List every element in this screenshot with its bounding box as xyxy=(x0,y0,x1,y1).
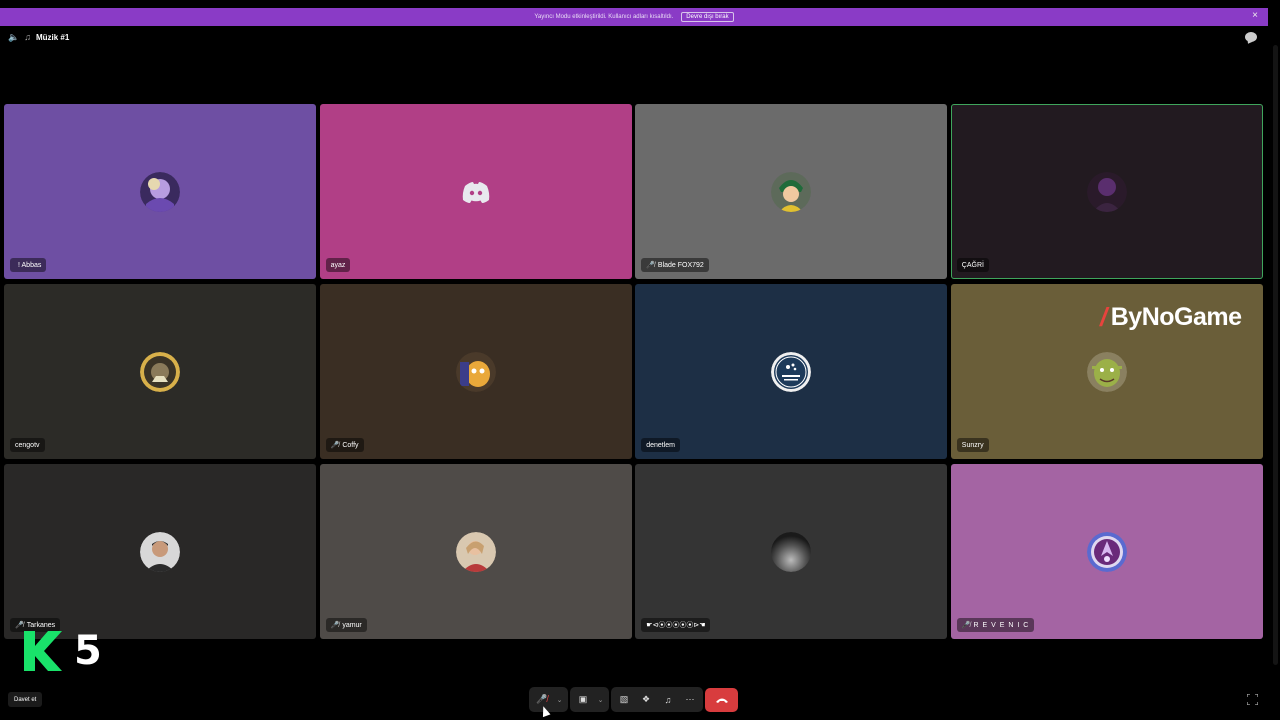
nameplate: cengotv xyxy=(10,438,45,452)
mic-muted-icon: 🎤̸ xyxy=(330,622,340,629)
nameplate: 🎤̸ Blade FOX792 xyxy=(641,258,709,272)
nameplate: 🎤̸ R E V E N I C xyxy=(956,618,1035,632)
participant-tile[interactable]: 🎤̸ R E V E N I C xyxy=(950,464,1263,639)
bynogame-watermark: / ByNoGame xyxy=(1100,302,1242,333)
camera-off-icon[interactable]: ▣ xyxy=(574,691,592,709)
nameplate: ÇAĞRİ xyxy=(956,258,989,272)
mic-muted-icon: 🎤̸ xyxy=(961,622,971,629)
participant-tile[interactable]: ☛⊲⦿⦿⦿⦿⦿⊳☚ xyxy=(635,464,948,639)
screen-share-icon[interactable]: ▧ xyxy=(615,691,633,709)
participant-tile[interactable]: 🎤̸ Blade FOX792 xyxy=(635,104,948,279)
chevron-down-icon[interactable]: ⌄ xyxy=(596,691,605,709)
nameplate: 🎤̸ yamur xyxy=(325,618,367,632)
participant-name: ayaz xyxy=(330,261,346,269)
subaru-logo-avatar xyxy=(771,351,812,392)
participant-name: ☛⊲⦿⦿⦿⦿⦿⊳☚ xyxy=(646,622,706,629)
discord-default-avatar xyxy=(456,172,496,212)
participant-name: Sunzry xyxy=(961,441,984,449)
participant-tile[interactable]: 🎤̸ Tarkanes xyxy=(4,464,316,639)
channel-number: 5 xyxy=(74,628,102,674)
disable-streamer-mode-button[interactable]: Devre dışı bırak xyxy=(681,12,734,22)
participant-tile[interactable]: denetlem xyxy=(635,284,948,459)
anime-purple-avatar xyxy=(140,171,180,212)
nameplate: Sunzry xyxy=(956,438,989,452)
banner-text: Yayıncı Modu etkinleştirildi. Kullanıcı … xyxy=(534,14,674,20)
participant-tile[interactable]: ! Abbas xyxy=(4,104,316,279)
bynogame-text: ByNoGame xyxy=(1110,303,1242,331)
mic-muted-icon: 🎤̸ xyxy=(15,622,24,629)
mic-muted-icon: 🎤̸ xyxy=(646,262,655,269)
participant-name: R E V E N I C xyxy=(973,621,1030,629)
k-logo-icon xyxy=(24,631,62,671)
participant-name: cengotv xyxy=(15,441,40,449)
participant-tile[interactable]: ÇAĞRİ xyxy=(950,104,1263,279)
bynogame-logo-icon: / xyxy=(1100,302,1107,332)
phone-hangup-icon xyxy=(715,698,728,703)
girl-portrait-avatar xyxy=(455,531,496,572)
dark-figure-avatar xyxy=(1086,171,1127,212)
chevron-down-icon[interactable]: ⌄ xyxy=(555,691,564,709)
speaker-icon[interactable]: 🔈 xyxy=(8,32,19,43)
mic-muted-icon: 🎤̸ xyxy=(330,442,340,449)
purple-emblem-avatar xyxy=(1086,531,1127,572)
shrek-avatar xyxy=(1086,351,1127,392)
jake-dog-avatar xyxy=(455,351,496,392)
activity-control-group: ▧ ❖ ♫ ⋯ xyxy=(611,687,703,712)
participant-name: ÇAĞRİ xyxy=(961,261,984,269)
participant-tile[interactable]: 🎤̸ Coffy xyxy=(319,284,632,459)
soundboard-icon[interactable]: ♫ xyxy=(659,691,677,709)
participant-tile[interactable]: cengotv xyxy=(4,284,316,459)
participant-grid: ! Abbas ayaz 🎤̸ Blade FOX792 ÇAĞRİ cengot… xyxy=(4,104,1263,639)
close-icon[interactable]: × xyxy=(1252,10,1258,21)
channel-name: Müzik #1 xyxy=(35,32,70,42)
camera-control-group: ▣ ⌄ xyxy=(570,687,609,712)
green-hair-hero-avatar xyxy=(771,171,812,212)
channel-header: 🔈 ♫ Müzik #1 xyxy=(8,31,69,43)
call-controls: 🎤̸ ⌄ ▣ ⌄ ▧ ❖ ♫ ⋯ xyxy=(529,687,703,712)
scrollbar[interactable] xyxy=(1273,45,1278,665)
music-channel-icon: ♫ xyxy=(24,32,31,42)
nameplate: denetlem xyxy=(641,438,680,452)
participant-name: yamur xyxy=(342,621,362,629)
streamer-mode-banner: Yayıncı Modu etkinleştirildi. Kullanıcı … xyxy=(0,8,1268,26)
nameplate: ayaz xyxy=(325,258,351,272)
participant-tile[interactable]: 🎤̸ yamur xyxy=(319,464,632,639)
man-portrait-avatar xyxy=(140,531,180,572)
invite-button[interactable]: Davet et xyxy=(8,692,43,707)
k5-watermark: 5 xyxy=(24,628,102,674)
gold-badge-avatar xyxy=(140,351,180,392)
disconnect-button[interactable] xyxy=(705,688,738,712)
participant-name: Coffy xyxy=(342,441,359,449)
activities-icon[interactable]: ❖ xyxy=(637,691,655,709)
more-options-icon[interactable]: ⋯ xyxy=(681,691,699,709)
participant-name: Blade FOX792 xyxy=(657,261,704,269)
dark-sphere-avatar xyxy=(771,531,812,572)
nameplate: 🎤̸ Coffy xyxy=(325,438,364,452)
nameplate: ☛⊲⦿⦿⦿⦿⦿⊳☚ xyxy=(641,618,711,632)
participant-tile[interactable]: ayaz xyxy=(319,104,632,279)
chat-icon[interactable] xyxy=(1245,32,1257,42)
nameplate: ! Abbas xyxy=(10,258,47,272)
participant-name: ! Abbas xyxy=(18,261,42,269)
fullscreen-icon[interactable] xyxy=(1247,694,1258,705)
participant-name: denetlem xyxy=(646,441,675,449)
